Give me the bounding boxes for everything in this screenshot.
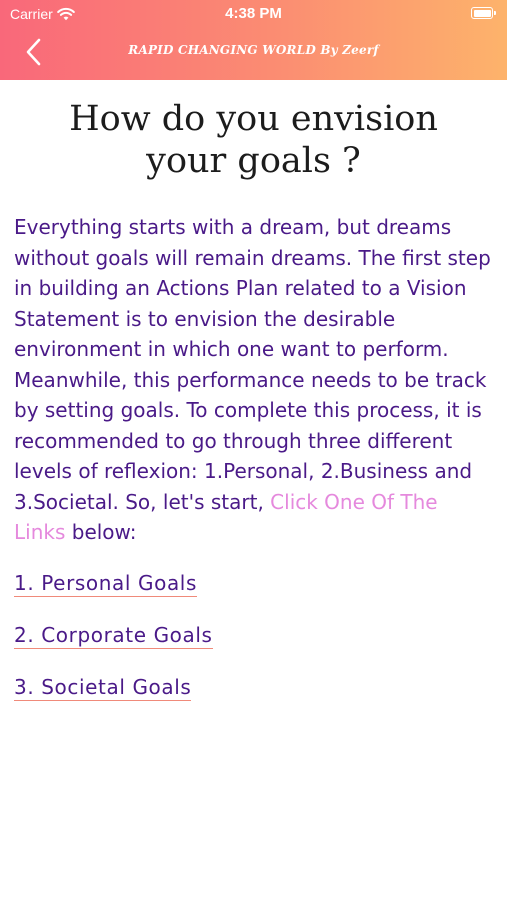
header: Carrier 4:38 PM RAPID CHANGING WORLD By … (0, 0, 507, 80)
personal-goals-link[interactable]: 1. Personal Goals (14, 570, 197, 597)
intro-text-end: below: (65, 520, 137, 544)
nav-bar: RAPID CHANGING WORLD By Zeerf (0, 30, 507, 74)
nav-title: RAPID CHANGING WORLD By Zeerf (128, 43, 379, 57)
corporate-goals-link[interactable]: 2. Corporate Goals (14, 622, 213, 649)
status-bar: Carrier 4:38 PM (0, 0, 507, 28)
battery-icon (471, 7, 496, 19)
intro-text: Everything starts with a dream, but drea… (14, 215, 491, 514)
status-time: 4:38 PM (225, 5, 282, 22)
goal-links-list: 1. Personal Goals 2. Corporate Goals 3. … (14, 570, 493, 701)
societal-goals-link[interactable]: 3. Societal Goals (14, 674, 192, 701)
page-title: How do you envision your goals ? (69, 99, 438, 181)
article-content: How do you envision your goals ? Everyth… (0, 80, 507, 726)
intro-paragraph: Everything starts with a dream, but drea… (14, 212, 493, 548)
